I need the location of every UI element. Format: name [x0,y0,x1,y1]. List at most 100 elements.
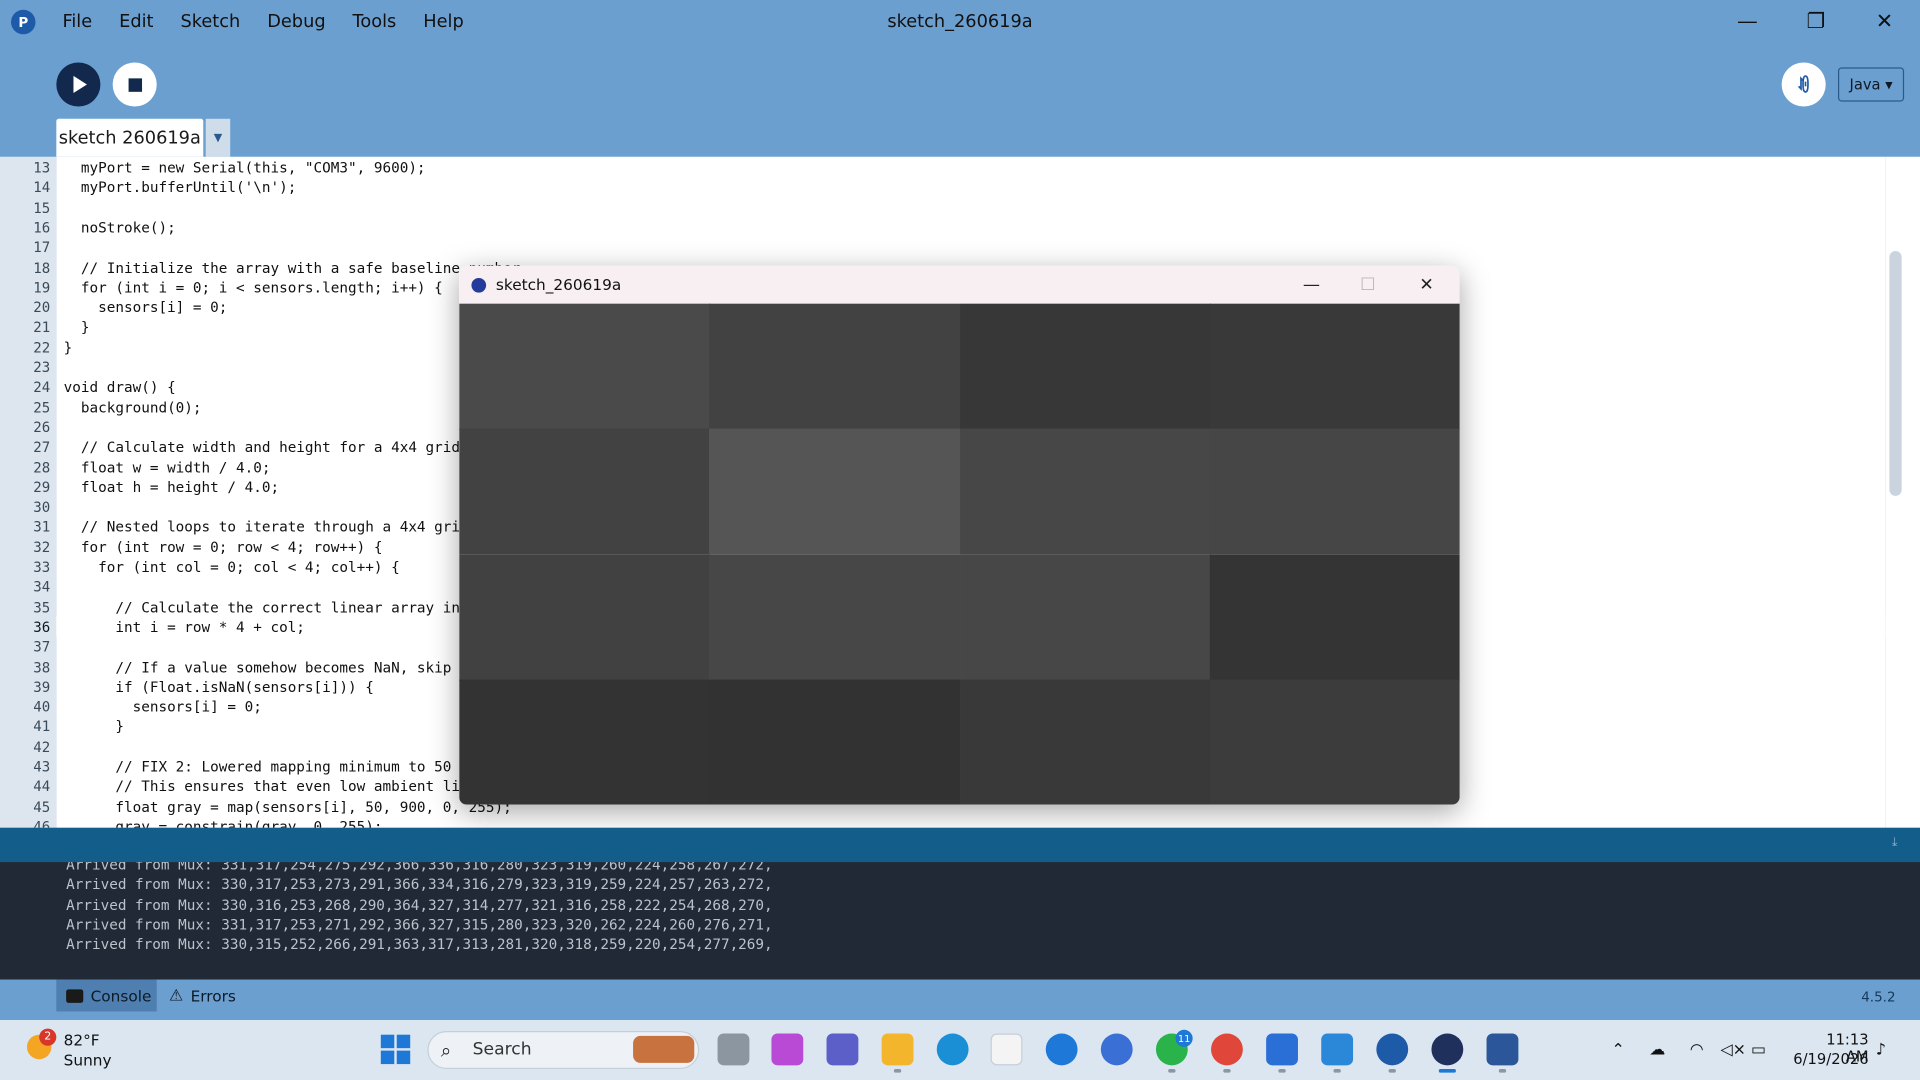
restore-button[interactable]: ❐ [1788,0,1844,44]
minimize-button[interactable]: — [1719,0,1775,44]
code-line: } [63,718,124,736]
run-button[interactable] [56,62,101,107]
weather-condition[interactable]: Sunny [64,1051,112,1069]
file-explorer-icon[interactable] [881,1033,914,1066]
sensor-cell [959,428,1211,556]
sketch-minimize-button[interactable]: — [1283,266,1339,304]
stop-icon [127,77,142,92]
errors-tab-label: Errors [190,986,236,1005]
weather-temperature[interactable]: 82°F [64,1031,100,1049]
sketch-maximize-button[interactable]: ☐ [1340,266,1396,304]
tab-errors[interactable]: ⚠ Errors [169,980,255,1012]
code-line: // Nested loops to iterate through a 4x4… [63,518,469,536]
whatsapp-running-indicator [1168,1068,1176,1073]
sensor-cell [709,428,961,556]
stop-button[interactable] [112,62,157,107]
console-icon [66,988,84,1003]
line-number: 44 [33,777,51,796]
line-number: 29 [33,478,51,496]
menu-edit[interactable]: Edit [106,0,167,44]
chrome-icon[interactable] [1211,1033,1243,1066]
code-line: // FIX 2: Lowered mapping minimum to 50 [63,757,452,776]
onedrive-icon[interactable]: ☁ [1649,1041,1665,1059]
line-number: 21 [33,318,51,336]
line-number: 28 [33,458,51,476]
notepad-icon[interactable] [1321,1033,1354,1066]
processing-logo-icon: P [11,9,36,35]
volume-muted-icon[interactable]: ◁× [1720,1041,1746,1059]
tab-sketch[interactable]: sketch 260619a [56,118,204,157]
word-icon[interactable] [1486,1033,1519,1066]
remote-desktop-icon[interactable] [1045,1033,1078,1066]
sketch-close-button[interactable]: ✕ [1398,266,1454,304]
console-line: Arrived from Mux: 330,317,253,273,291,36… [66,875,773,894]
close-button[interactable]: ✕ [1856,0,1912,44]
sketch-app-icon [471,277,487,293]
debugger-button[interactable]: ꀑ [1781,62,1826,107]
tab-console[interactable]: Console [56,979,157,1012]
copilot-icon[interactable] [771,1033,804,1066]
code-line: } [63,318,90,336]
code-line: if (Float.isNaN(sensors[i])) { [63,678,374,696]
todo-icon[interactable] [1266,1033,1298,1066]
sensor-cell [959,679,1211,805]
battery-icon[interactable]: ▭ [1751,1041,1766,1059]
code-line: int i = row * 4 + col; [63,618,305,636]
code-line: for (int row = 0; row < 4; row++) { [63,538,383,556]
task-view-icon[interactable] [717,1033,750,1066]
edge-icon[interactable] [936,1033,969,1066]
processing-ide-icon[interactable] [1376,1033,1409,1066]
line-number-gutter: 13 14 15 16 17 18 19 20 21 22 23 24 25 26 27 28 29 30 31 32… [0,156,57,828]
line-number: 43 [33,757,51,776]
whatsapp-badge: 11 [1175,1029,1193,1047]
line-number: 23 [33,358,51,376]
todo-running-indicator [1278,1068,1286,1073]
notification-bell-icon[interactable]: ♪ [1876,1041,1886,1059]
search-highlight-image [633,1035,695,1063]
sketch-active-indicator [1438,1068,1456,1073]
microsoft-store-icon[interactable] [990,1033,1023,1066]
sketch-window-taskbar-icon[interactable] [1431,1033,1464,1066]
line-number: 26 [33,418,51,436]
sync-icon[interactable] [1100,1033,1133,1066]
sketch-window-title: sketch_260619a [495,275,622,294]
sketch-window-titlebar: sketch_260619a — ☐ ✕ [459,265,1460,304]
sensor-cell [959,303,1211,430]
menu-file[interactable]: File [49,0,106,44]
console-header [0,827,1920,863]
line-number: 19 [33,278,51,297]
console-line: Arrived from Mux: 330,316,253,268,290,36… [66,895,773,913]
sensor-cell [959,554,1211,681]
start-windows-icon[interactable] [380,1034,411,1065]
sensor-cell [459,303,711,430]
code-line: sensors[i] = 0; [63,698,262,716]
menu-tools[interactable]: Tools [339,0,410,44]
tab-menu-button[interactable]: ▼ [205,118,231,157]
line-number: 36 [33,618,51,636]
line-number: 25 [33,398,51,416]
version-label: 4.5.2 [1861,989,1896,1006]
line-number: 32 [33,538,51,556]
line-number: 16 [33,219,51,237]
code-line: for (int i = 0; i < sensors.length; i++)… [63,278,443,297]
editor-scroll-thumb[interactable] [1889,251,1902,496]
clock-date[interactable]: 6/19/2026 [1793,1051,1868,1068]
wifi-icon[interactable]: ◠ [1690,1041,1704,1059]
menu-help[interactable]: Help [410,0,477,44]
code-line: float h = height / 4.0; [63,478,280,496]
mode-selector[interactable]: Java ▾ [1837,67,1905,102]
line-number: 46 [33,817,51,828]
menu-sketch[interactable]: Sketch [167,0,254,44]
code-line: myPort = new Serial(this, "COM3", 9600); [63,159,426,177]
sensor-cell [1209,428,1460,556]
console-output: Arrived from Mux: 331,317,254,275,292,36… [0,862,1920,980]
chevron-up-icon[interactable]: ⌃ [1611,1041,1624,1059]
menu-debug[interactable]: Debug [254,0,339,44]
teams-icon[interactable] [826,1033,859,1066]
sensor-cell [709,554,961,681]
line-number: 15 [33,199,51,217]
collapse-console-icon[interactable]: ⤓ [1892,836,1909,853]
sensor-cell [709,303,961,430]
line-number: 24 [33,378,51,396]
sensor-cell [459,428,711,556]
